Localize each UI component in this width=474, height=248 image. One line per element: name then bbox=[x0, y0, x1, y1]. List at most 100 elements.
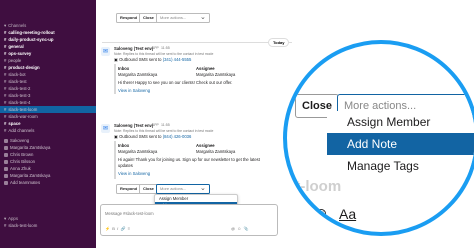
chevron-down-icon: ⌄ bbox=[200, 185, 206, 192]
hash-icon: # bbox=[4, 37, 7, 42]
sidebar-item-label: slack-war-room bbox=[8, 114, 38, 119]
hash-icon: # bbox=[4, 58, 7, 63]
avatar-icon bbox=[4, 160, 8, 164]
sidebar-item-label: space bbox=[8, 121, 21, 126]
lightning-icon[interactable]: ⚡ bbox=[105, 226, 110, 231]
menu-item-assign-member[interactable]: Assign Member bbox=[155, 195, 237, 202]
sidebar-item-label: Chris Brown bbox=[10, 152, 34, 157]
message-body: Hi again! Thank you for joining us. Sign… bbox=[118, 157, 260, 168]
sidebar-item[interactable]: # space bbox=[4, 121, 21, 127]
app-avatar: ✉ bbox=[101, 124, 110, 133]
inbox-value: Margarita Zamtskaya bbox=[118, 149, 158, 154]
sms-icon: ▣ bbox=[114, 134, 118, 139]
respond-button[interactable]: Respond bbox=[116, 184, 142, 194]
format-text-icon[interactable]: Aa bbox=[339, 206, 356, 222]
assignee-value: Margarita Zamtskaya bbox=[196, 149, 236, 154]
sidebar-item[interactable]: # slack-test-loom bbox=[4, 107, 37, 113]
magnified-menu-item-assign-member[interactable]: Assign Member bbox=[327, 111, 474, 133]
sidebar-item[interactable]: # slack-test-3 bbox=[4, 93, 30, 99]
attach-icon[interactable]: 📎 bbox=[244, 226, 249, 231]
sidebar-item-label: slack-test-4 bbox=[8, 100, 31, 105]
sidebar-item[interactable]: # slack-test bbox=[4, 79, 27, 85]
sidebar-item[interactable]: Margarita Zamtskaya bbox=[4, 145, 50, 151]
at-icon[interactable]: @ bbox=[231, 226, 235, 231]
chevron-down-icon: ▾ bbox=[4, 216, 7, 221]
sidebar-item[interactable]: # daily-product-sync-up bbox=[4, 37, 54, 43]
outbound-line: ▣ Outbound SMS sent to (844) 426-0036 bbox=[114, 134, 192, 139]
phone-link[interactable]: (844) 426-0036 bbox=[163, 134, 192, 139]
sidebar-item[interactable]: # people bbox=[4, 58, 21, 64]
sidebar-item[interactable]: Margarita Zamtskaya bbox=[4, 173, 50, 179]
sidebar-item-label: Margarita Zamtskaya bbox=[10, 145, 51, 150]
sidebar-item-label: general bbox=[8, 44, 24, 49]
sidebar-item-label: daily-product-sync-up bbox=[8, 37, 54, 42]
list-icon[interactable]: ≡ bbox=[128, 226, 130, 231]
hash-icon: # bbox=[4, 44, 7, 49]
inbox-label: Inbox bbox=[118, 143, 130, 148]
sidebar-item[interactable]: # general bbox=[4, 44, 24, 50]
respond-button[interactable]: Respond bbox=[116, 13, 142, 23]
magnified-menu-item-add-note[interactable]: Add Note bbox=[327, 133, 474, 155]
link-icon[interactable]: 🔗 bbox=[120, 226, 125, 231]
assignee-value: Margarita Zamtskaya bbox=[196, 72, 236, 77]
message-time[interactable]: 11:55 bbox=[161, 46, 170, 50]
magnified-faded-text: st-loom bbox=[287, 178, 342, 195]
sidebar: ▾ Channels ▾ Apps # calling-meeting-rollout # d… bbox=[0, 0, 96, 248]
hash-icon: # bbox=[4, 30, 7, 35]
sidebar-item[interactable]: # calling-meeting-rollout bbox=[4, 30, 55, 36]
app-avatar: ✉ bbox=[101, 47, 110, 56]
sidebar-item[interactable]: # slack-bot bbox=[4, 72, 26, 78]
view-in-link[interactable]: View in Saloveng bbox=[118, 171, 150, 176]
card-bar bbox=[114, 141, 116, 179]
message-time[interactable]: 11:55 bbox=[161, 123, 170, 127]
sidebar-item[interactable]: Chris Bilsson bbox=[4, 159, 35, 165]
sidebar-item[interactable]: # Add channels bbox=[4, 128, 34, 134]
assignee-label: Assignee bbox=[196, 143, 215, 148]
bold-icon[interactable]: B bbox=[112, 226, 115, 231]
hash-icon: # bbox=[4, 93, 7, 98]
magnifier-lens: Close More actions... Assign Member Add … bbox=[283, 40, 474, 236]
sidebar-item-label: Chris Bilsson bbox=[10, 159, 36, 164]
sidebar-item-label: slack-bot bbox=[8, 72, 26, 77]
view-in-link[interactable]: View in Saloveng bbox=[118, 88, 150, 93]
hash-icon: # bbox=[4, 223, 7, 228]
sms-icon: ▣ bbox=[114, 57, 118, 62]
hash-icon: # bbox=[4, 100, 7, 105]
sidebar-item[interactable]: Add teammates bbox=[4, 180, 40, 186]
sidebar-item-label: Apps bbox=[8, 216, 18, 221]
date-divider bbox=[102, 42, 292, 43]
sidebar-item-label: slack-test-2 bbox=[8, 86, 31, 91]
sidebar-item[interactable]: Sakoveng bbox=[4, 138, 29, 144]
sidebar-item[interactable]: # slack-war-room bbox=[4, 114, 38, 120]
sidebar-item[interactable]: # ops-survey bbox=[4, 51, 31, 57]
phone-link[interactable]: (341) 444-5555 bbox=[163, 57, 192, 62]
sidebar-item[interactable]: # slack-test-4 bbox=[4, 100, 30, 106]
sidebar-item[interactable]: ▾ Channels bbox=[4, 23, 26, 29]
at-icon[interactable]: @ bbox=[313, 206, 327, 222]
sidebar-item-label: product-design bbox=[8, 65, 40, 70]
sidebar-item[interactable]: # slack-test-loom bbox=[4, 223, 37, 229]
sidebar-item[interactable]: # slack-test-2 bbox=[4, 86, 30, 92]
message-meta: Note: Replies to this thread will be sen… bbox=[114, 129, 214, 133]
inbox-value: Margarita Zamtskaya bbox=[118, 72, 158, 77]
sidebar-item[interactable]: ▾ Apps bbox=[4, 216, 18, 222]
sender-name[interactable]: Saloveng (Test env) bbox=[114, 123, 153, 128]
app-tag: APP bbox=[152, 46, 159, 50]
sidebar-item[interactable]: # product-design bbox=[4, 65, 40, 71]
sidebar-item-label: slack-test bbox=[8, 79, 27, 84]
hash-icon: # bbox=[4, 114, 7, 119]
italic-icon[interactable]: I bbox=[117, 226, 118, 231]
emoji-icon[interactable]: ☺ bbox=[237, 226, 241, 231]
composer-placeholder: Message #slack-test-loom bbox=[105, 211, 154, 216]
sidebar-item-label: people bbox=[8, 58, 22, 63]
chevron-down-icon: ▾ bbox=[4, 23, 7, 28]
avatar-icon bbox=[4, 174, 8, 178]
message-composer[interactable]: Message #slack-test-loom ⚡ B I 🔗 ≡ @ ☺ 📎 bbox=[100, 204, 278, 236]
sidebar-item-label: Add channels bbox=[8, 128, 35, 133]
sender-name[interactable]: Saloveng (Test env) bbox=[114, 46, 153, 51]
message-meta: Note: Replies to this thread will be sen… bbox=[114, 52, 214, 56]
assignee-label: Assignee bbox=[196, 66, 215, 71]
sidebar-item[interactable]: Chris Brown bbox=[4, 152, 33, 158]
sidebar-item[interactable]: Anna Zhuk bbox=[4, 166, 31, 172]
magnified-menu-item-manage-tags[interactable]: Manage Tags bbox=[327, 155, 474, 177]
